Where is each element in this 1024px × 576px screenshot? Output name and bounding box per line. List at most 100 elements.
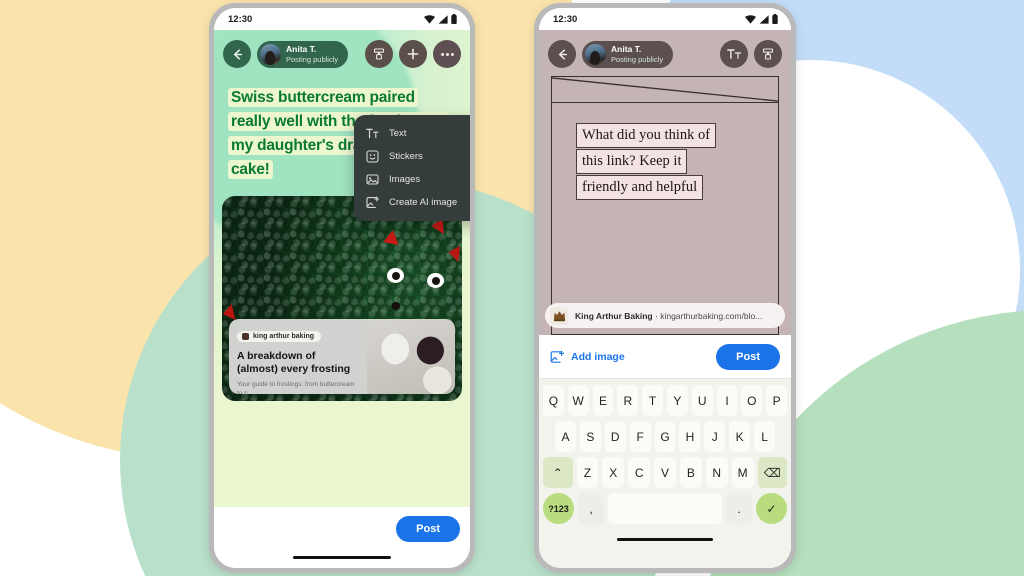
key-p[interactable]: P xyxy=(766,385,787,416)
key-l[interactable]: L xyxy=(754,421,776,452)
diagonal-line-icon xyxy=(552,77,778,102)
composer-text-line: What did you think of xyxy=(576,123,717,148)
author-name-right: Anita T. xyxy=(611,43,642,54)
wifi-icon xyxy=(424,14,435,24)
key-i[interactable]: I xyxy=(716,385,738,416)
key-f[interactable]: F xyxy=(629,421,651,452)
key-x[interactable]: X xyxy=(602,457,625,488)
status-bar-icons-right xyxy=(745,14,778,24)
key-h[interactable]: H xyxy=(679,421,701,452)
link-preview-text: king arthur baking A breakdown of (almos… xyxy=(229,319,367,394)
key-r[interactable]: R xyxy=(617,385,639,416)
composer-text[interactable]: What did you think of this link? Keep it… xyxy=(576,123,764,201)
key-z[interactable]: Z xyxy=(576,457,599,488)
format-paint-icon xyxy=(373,48,385,60)
link-thumbnail xyxy=(367,319,455,394)
more-horizontal-icon xyxy=(440,52,454,56)
menu-item-create-ai-image-label: Create AI image xyxy=(389,197,458,208)
king-arthur-crown-icon xyxy=(550,306,568,325)
key-c[interactable]: C xyxy=(628,457,651,488)
url-preview-chip[interactable]: King Arthur Baking · kingarthurbaking.co… xyxy=(545,303,785,328)
home-indicator-right xyxy=(617,537,713,541)
keyboard-row-2: ASDFGHJKL xyxy=(543,421,787,452)
back-button[interactable] xyxy=(223,40,251,68)
backspace-key[interactable]: ⌫ xyxy=(757,457,788,488)
composer-text-line: this link? Keep it xyxy=(576,149,688,174)
key-e[interactable]: E xyxy=(592,385,614,416)
format-button[interactable] xyxy=(365,40,393,68)
key-d[interactable]: D xyxy=(604,421,626,452)
keyboard-home-indicator-area xyxy=(543,529,787,549)
plus-icon xyxy=(407,48,419,60)
right-appbar: Anita T. Posting publicly xyxy=(547,38,783,76)
phone-left: 12:30 Anita T. Posting publicly Swiss bu… xyxy=(209,3,475,573)
key-v[interactable]: V xyxy=(654,457,676,488)
avatar-right xyxy=(585,43,606,65)
composer-text-line: friendly and helpful xyxy=(576,175,704,200)
sticker-icon xyxy=(366,150,379,163)
key-k[interactable]: K xyxy=(729,421,751,452)
key-n[interactable]: N xyxy=(705,457,728,488)
post-button[interactable]: Post xyxy=(396,516,460,542)
text-size-button[interactable] xyxy=(720,40,748,68)
dragon-eye-right xyxy=(427,273,444,288)
keyboard-row-1: QWERTYUIOP xyxy=(543,385,787,416)
format-paint-icon xyxy=(762,48,774,60)
url-separator: · xyxy=(654,310,658,321)
key-m[interactable]: M xyxy=(731,457,754,488)
key-a[interactable]: A xyxy=(555,421,576,452)
key-u[interactable]: U xyxy=(691,385,713,416)
enter-key[interactable]: ✓ xyxy=(756,493,787,524)
key-b[interactable]: B xyxy=(679,457,702,488)
key-q[interactable]: Q xyxy=(543,385,564,416)
comma-key[interactable]: , xyxy=(578,493,604,524)
insert-menu[interactable]: Text Stickers Images Create AI image xyxy=(354,115,470,221)
menu-item-text[interactable]: Text xyxy=(354,122,470,145)
keyboard-row-4: ?123 , . ✓ xyxy=(543,493,787,524)
image-icon xyxy=(366,173,379,186)
composer-canvas-left: Anita T. Posting publicly Swiss buttercr… xyxy=(214,30,470,507)
author-chip[interactable]: Anita T. Posting publicly xyxy=(257,40,349,68)
menu-item-stickers[interactable]: Stickers xyxy=(354,145,470,168)
link-preview-card[interactable]: king arthur baking A breakdown of (almos… xyxy=(229,319,455,394)
url-preview-text: King Arthur Baking · kingarthurbaking.co… xyxy=(575,311,762,321)
menu-item-create-ai-image[interactable]: Create AI image xyxy=(354,191,470,214)
back-button-right[interactable] xyxy=(548,40,576,68)
space-key[interactable] xyxy=(608,493,722,524)
add-image-button[interactable]: Add image xyxy=(550,350,625,364)
add-button[interactable] xyxy=(399,40,427,68)
link-source-name: king arthur baking xyxy=(253,333,315,340)
image-placeholder-frame[interactable]: What did you think of this link? Keep it… xyxy=(551,76,779,335)
shift-key[interactable]: ⌃ xyxy=(543,457,573,488)
format-button-right[interactable] xyxy=(754,40,782,68)
right-action-bar: Add image Post xyxy=(539,335,791,379)
key-s[interactable]: S xyxy=(579,421,601,452)
key-w[interactable]: W xyxy=(567,385,589,416)
key-g[interactable]: G xyxy=(654,421,676,452)
status-bar-right: 12:30 xyxy=(539,8,791,30)
period-key[interactable]: . xyxy=(726,493,752,524)
author-chip-right[interactable]: Anita T. Posting publicly xyxy=(582,40,674,68)
menu-item-text-label: Text xyxy=(389,128,407,139)
phone-right-screen: 12:30 Anita T. Posting publicly What did… xyxy=(539,8,791,568)
more-button[interactable] xyxy=(433,40,461,68)
numbers-key[interactable]: ?123 xyxy=(543,493,574,524)
create-ai-image-icon xyxy=(366,196,379,209)
status-bar: 12:30 xyxy=(214,8,470,30)
key-y[interactable]: Y xyxy=(667,385,688,416)
on-screen-keyboard[interactable]: QWERTYUIOP ASDFGHJKL ⌃ ZXCVBNM ⌫ ?123 , … xyxy=(539,379,791,568)
post-button-right[interactable]: Post xyxy=(716,343,780,370)
home-indicator xyxy=(293,555,391,559)
home-indicator-area xyxy=(214,546,470,568)
site-favicon-icon xyxy=(242,333,249,340)
key-j[interactable]: J xyxy=(704,421,726,452)
menu-item-images[interactable]: Images xyxy=(354,168,470,191)
image-placeholder-header xyxy=(552,77,778,103)
avatar xyxy=(260,43,281,65)
cake-photo[interactable]: king arthur baking A breakdown of (almos… xyxy=(222,196,462,401)
url-address: kingarthurbaking.com/blo... xyxy=(660,310,763,321)
key-o[interactable]: O xyxy=(741,385,763,416)
text-size-icon xyxy=(726,49,741,59)
key-t[interactable]: T xyxy=(642,385,663,416)
menu-item-images-label: Images xyxy=(389,174,421,185)
